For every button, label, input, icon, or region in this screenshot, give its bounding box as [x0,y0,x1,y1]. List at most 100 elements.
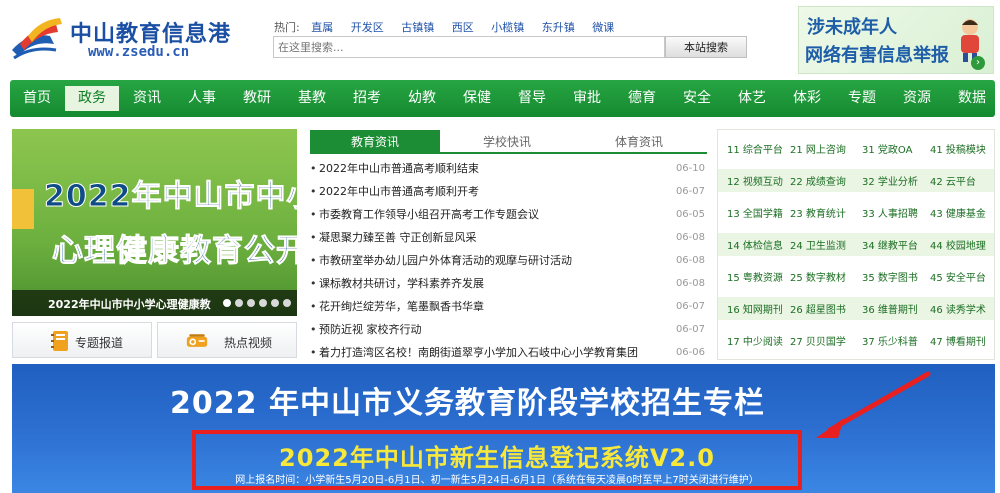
harmful-info-report-banner[interactable]: 涉未成年人 网络有害信息举报 › [798,6,994,74]
nav-supervision[interactable]: 督导 [505,86,559,111]
platform-link[interactable]: 24 卫生监测 [784,237,852,252]
nav-approval[interactable]: 审批 [560,86,614,111]
platform-link[interactable]: 45 安全平台 [922,269,996,284]
slider-caption-bar: 2022年中山市中小学心理健康教 [12,290,297,316]
hot-link-xiaolan[interactable]: 小榄镇 [491,21,524,34]
nav-personnel[interactable]: 人事 [175,86,229,111]
registration-system-link[interactable]: 2022年中山市新生信息登记系统V2.0 [196,438,798,473]
news-title[interactable]: 市教研室举办幼儿园户外体育活动的观摩与研讨活动 [319,249,669,272]
platform-link[interactable]: 37 乐少科普 [852,333,922,348]
nav-sports-arts[interactable]: 体艺 [725,86,779,111]
news-item[interactable]: • 2022年中山市普通高考顺利开考 06-07 [307,180,707,203]
nav-data[interactable]: 数据 [945,86,999,111]
news-title[interactable]: 2022年中山市普通高考顺利开考 [319,180,669,203]
news-title[interactable]: 着力打造湾区名校！南朗街道翠亨小学加入石岐中心小学教育集团 [319,341,669,364]
bullet: • [310,346,317,359]
platform-link[interactable]: 46 读秀学术 [922,301,996,316]
platform-link[interactable]: 34 继教平台 [852,237,922,252]
platform-link[interactable]: 41 投稿模块 [922,141,996,156]
platform-link[interactable]: 16 知网期刊 [718,301,784,316]
hot-video-button[interactable]: 热点视频 [157,322,297,358]
news-title[interactable]: 市委教育工作领导小组召开高考工作专题会议 [319,203,669,226]
hot-link-dongsheng[interactable]: 东升镇 [542,21,575,34]
nav-research[interactable]: 教研 [230,86,284,111]
nav-health[interactable]: 保健 [450,86,504,111]
platform-link[interactable]: 22 成绩查询 [784,173,852,188]
slider-decoration [12,189,34,229]
news-item[interactable]: • 预防近视 家校齐行动 06-07 [307,318,707,341]
main-nav: 首页 政务 资讯 人事 教研 基教 招考 幼教 保健 督导 审批 德育 安全 体… [10,80,995,117]
news-item[interactable]: • 凝思聚力臻至善 守正创新显风采 06-08 [307,226,707,249]
hot-link-weike[interactable]: 微课 [592,21,614,34]
special-report-button[interactable]: 专题报道 [12,322,152,358]
hot-link-kaifaqu[interactable]: 开发区 [351,21,384,34]
site-logo[interactable]: 中山教育信息港 www.zsedu.cn [10,10,240,66]
news-title[interactable]: 2022年中山市普通高考顺利结束 [319,157,669,180]
news-title[interactable]: 凝思聚力臻至善 守正创新显风采 [319,226,669,249]
platform-link[interactable]: 17 中少阅读 [718,333,784,348]
slider-dot[interactable] [247,299,255,307]
slider-dot[interactable] [271,299,279,307]
platform-link[interactable]: 47 博看期刊 [922,333,996,348]
registration-time-note: 网上报名时间：小学新生5月20日-6月1日、初一新生5月24日-6月1日（系统在… [235,475,759,486]
news-title[interactable]: 预防近视 家校齐行动 [319,318,669,341]
platform-link[interactable]: 27 贝贝国学 [784,333,852,348]
news-title[interactable]: 课标教材共研讨，学科素养齐发展 [319,272,669,295]
news-item[interactable]: • 花开绚烂绽芳华，笔墨飘香书华章 06-07 [307,295,707,318]
registration-system-highlight[interactable]: 2022年中山市新生信息登记系统V2.0 网上报名时间：小学新生5月20日-6月… [192,430,802,490]
platform-link[interactable]: 21 网上咨询 [784,141,852,156]
nav-government[interactable]: 政务 [65,86,119,111]
nav-resources[interactable]: 资源 [890,86,944,111]
platform-link[interactable]: 35 数字图书 [852,269,922,284]
image-slider[interactable]: 2022年中山市中小学 心理健康教育公开课 2022年中山市中小学心理健康教 [12,129,297,316]
tab-education-news[interactable]: 教育资讯 [310,130,440,154]
link-row: 14 体检信息 24 卫生监测 34 继教平台 44 校园地理 [718,233,994,256]
hot-link-zhishu[interactable]: 直属 [311,21,333,34]
slider-dot[interactable] [283,299,291,307]
news-item[interactable]: • 着力打造湾区名校！南朗街道翠亨小学加入石岐中心小学教育集团 06-06 [307,341,707,364]
platform-link[interactable]: 23 教育统计 [784,205,852,220]
platform-link[interactable]: 36 维普期刊 [852,301,922,316]
hot-label: 热门: [274,21,300,34]
platform-link[interactable]: 33 人事招聘 [852,205,922,220]
nav-news[interactable]: 资讯 [120,86,174,111]
tab-sports-news[interactable]: 体育资讯 [574,130,704,154]
nav-lottery[interactable]: 体彩 [780,86,834,111]
nav-safety[interactable]: 安全 [670,86,724,111]
platform-link[interactable]: 32 学业分析 [852,173,922,188]
news-item[interactable]: • 市教研室举办幼儿园户外体育活动的观摩与研讨活动 06-08 [307,249,707,272]
platform-link[interactable]: 15 粤教资源 [718,269,784,284]
nav-topics[interactable]: 专题 [835,86,889,111]
child-illustration-icon [961,19,979,62]
nav-moral-education[interactable]: 德育 [615,86,669,111]
news-item[interactable]: • 2022年中山市普通高考顺利结束 06-10 [307,157,707,180]
nav-basic-education[interactable]: 基教 [285,86,339,111]
slider-dot[interactable] [223,299,231,307]
platform-link[interactable]: 12 视频互动 [718,173,784,188]
slider-dot[interactable] [259,299,267,307]
platform-link[interactable]: 42 云平台 [922,173,996,188]
platform-link[interactable]: 44 校园地理 [922,237,996,252]
platform-link[interactable]: 26 超星图书 [784,301,852,316]
platform-link[interactable]: 13 全国学籍 [718,205,784,220]
news-title[interactable]: 花开绚烂绽芳华，笔墨飘香书华章 [319,295,669,318]
platform-link[interactable]: 25 数字教材 [784,269,852,284]
platform-link[interactable]: 11 综合平台 [718,141,784,156]
slider-dot[interactable] [235,299,243,307]
search-input[interactable] [273,36,665,58]
slider-caption[interactable]: 2022年中山市中小学心理健康教 [48,296,230,312]
special-report-label: 专题报道 [75,336,124,350]
news-item[interactable]: • 市委教育工作领导小组召开高考工作专题会议 06-05 [307,203,707,226]
nav-home[interactable]: 首页 [10,86,64,111]
hot-link-xiqu[interactable]: 西区 [452,21,474,34]
news-date: 06-08 [675,255,705,266]
nav-exams[interactable]: 招考 [340,86,394,111]
news-item[interactable]: • 课标教材共研讨，学科素养齐发展 06-08 [307,272,707,295]
platform-link[interactable]: 14 体检信息 [718,237,784,252]
nav-preschool[interactable]: 幼教 [395,86,449,111]
platform-link[interactable]: 43 健康基金 [922,205,996,220]
platform-link[interactable]: 31 党政OA [852,141,922,156]
tab-school-news[interactable]: 学校快讯 [442,130,572,154]
hot-link-guzhen[interactable]: 古镇镇 [401,21,434,34]
search-button[interactable]: 本站搜索 [665,36,747,58]
